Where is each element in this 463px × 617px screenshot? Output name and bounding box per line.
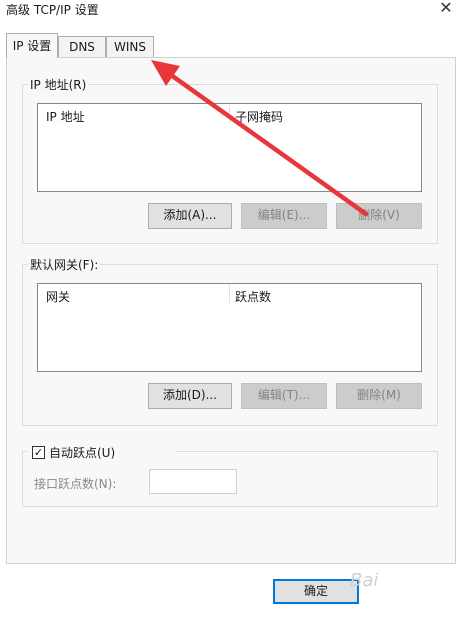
annotation-arrow-head [151,60,180,86]
annotation-arrow-shaft [161,67,369,217]
advanced-tcpip-dialog: 高级 TCP/IP 设置 ✕ IP 设置 DNS WINS IP 地址(R) I… [0,0,463,617]
annotation-arrow [151,60,369,217]
